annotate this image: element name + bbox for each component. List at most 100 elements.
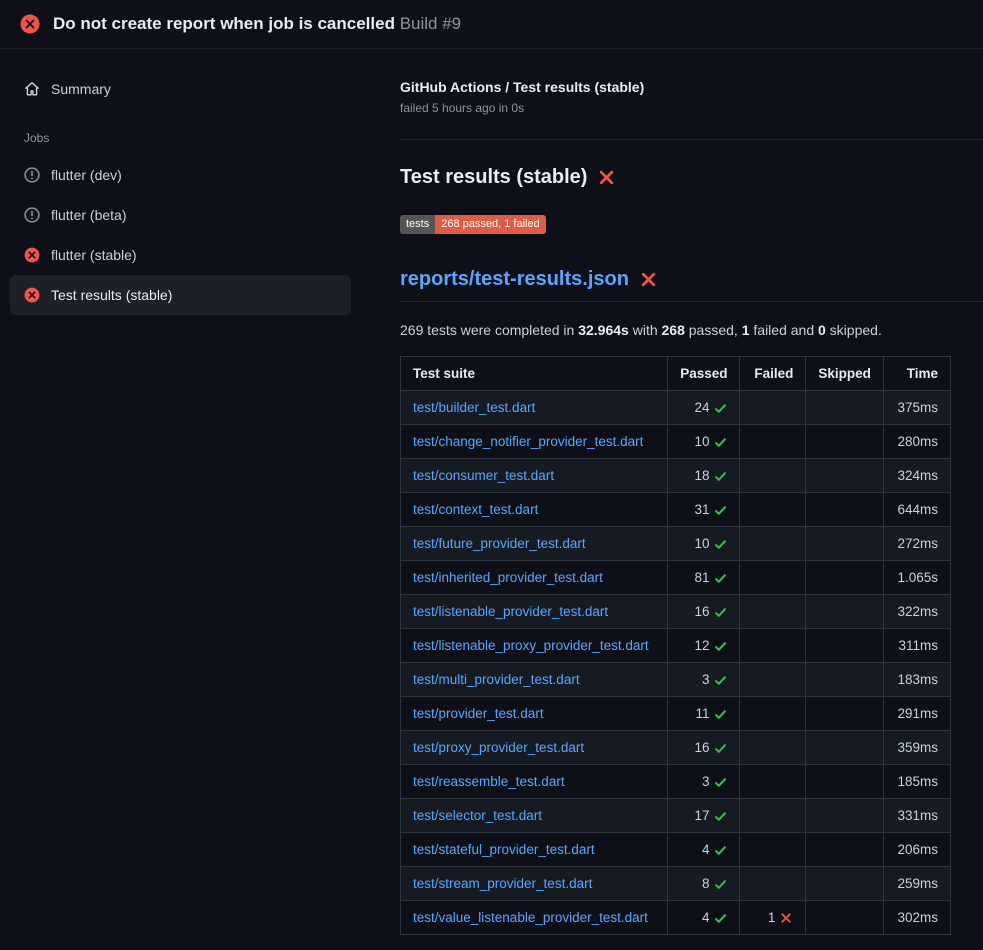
passed-cell: 4 bbox=[668, 901, 740, 935]
time-cell: 259ms bbox=[883, 867, 950, 901]
table-row: test/future_provider_test.dart10272ms bbox=[401, 527, 951, 561]
table-row: test/stream_provider_test.dart 8 259ms bbox=[401, 867, 951, 901]
skipped-cell bbox=[806, 867, 884, 901]
skipped-cell bbox=[806, 629, 884, 663]
skipped-cell bbox=[806, 459, 884, 493]
table-row: test/context_test.dart31644ms bbox=[401, 493, 951, 527]
passed-cell-value: 17 bbox=[694, 806, 709, 825]
skipped-cell bbox=[806, 561, 884, 595]
test-suite-link[interactable]: test/listenable_proxy_provider_test.dart bbox=[413, 638, 649, 653]
passed-cell-value: 81 bbox=[694, 568, 709, 587]
suite-cell: test/provider_test.dart bbox=[401, 697, 668, 731]
suite-cell: test/consumer_test.dart bbox=[401, 459, 668, 493]
failed-cell bbox=[740, 663, 806, 697]
passed-cell-value: 4 bbox=[702, 840, 710, 859]
time-cell: 322ms bbox=[883, 595, 950, 629]
passed-cell: 24 bbox=[668, 391, 740, 425]
suite-cell: test/proxy_provider_test.dart bbox=[401, 731, 668, 765]
test-suite-link[interactable]: test/reassemble_test.dart bbox=[413, 774, 565, 789]
check-icon bbox=[714, 912, 727, 925]
test-suite-link[interactable]: test/builder_test.dart bbox=[413, 400, 535, 415]
sidebar-item-summary[interactable]: Summary bbox=[10, 69, 351, 109]
x-icon bbox=[780, 912, 793, 925]
run-header: Do not create report when job is cancell… bbox=[0, 0, 983, 49]
test-suite-link[interactable]: test/context_test.dart bbox=[413, 502, 538, 517]
time-cell: 375ms bbox=[883, 391, 950, 425]
suite-cell: test/listenable_provider_test.dart bbox=[401, 595, 668, 629]
check-icon bbox=[714, 640, 727, 653]
test-suite-link[interactable]: test/provider_test.dart bbox=[413, 706, 544, 721]
failed-cell bbox=[740, 595, 806, 629]
skipped-cell bbox=[806, 799, 884, 833]
failed-cell bbox=[740, 493, 806, 527]
sidebar-item-job-flutter-stable[interactable]: flutter (stable) bbox=[10, 235, 351, 275]
skipped-cell bbox=[806, 425, 884, 459]
report-heading: reports/test-results.json bbox=[400, 268, 983, 302]
table-row: test/value_listenable_provider_test.dart… bbox=[401, 901, 951, 935]
check-icon bbox=[714, 572, 727, 585]
test-suite-link[interactable]: test/future_provider_test.dart bbox=[413, 536, 586, 551]
summary-part: failed and bbox=[750, 322, 819, 338]
time-cell: 280ms bbox=[883, 425, 950, 459]
skipped-cell bbox=[806, 595, 884, 629]
breadcrumb: GitHub Actions / Test results (stable) bbox=[400, 79, 951, 95]
test-suite-link[interactable]: test/value_listenable_provider_test.dart bbox=[413, 910, 648, 925]
passed-cell: 8 bbox=[668, 867, 740, 901]
time-cell: 183ms bbox=[883, 663, 950, 697]
failed-cell bbox=[740, 561, 806, 595]
column-header-failed: Failed bbox=[740, 357, 806, 391]
passed-cell: 31 bbox=[668, 493, 740, 527]
time-cell: 1.065s bbox=[883, 561, 950, 595]
time-cell: 291ms bbox=[883, 697, 950, 731]
test-suite-link[interactable]: test/listenable_provider_test.dart bbox=[413, 604, 608, 619]
sidebar-item-label: flutter (beta) bbox=[51, 207, 126, 223]
sidebar-item-job-flutter-dev[interactable]: flutter (dev) bbox=[10, 155, 351, 195]
time-cell: 359ms bbox=[883, 731, 950, 765]
home-icon bbox=[24, 81, 40, 97]
table-row: test/selector_test.dart17331ms bbox=[401, 799, 951, 833]
report-link[interactable]: reports/test-results.json bbox=[400, 268, 629, 291]
table-row: test/provider_test.dart11291ms bbox=[401, 697, 951, 731]
check-icon bbox=[714, 674, 727, 687]
test-suite-link[interactable]: test/change_notifier_provider_test.dart bbox=[413, 434, 643, 449]
test-suite-link[interactable]: test/selector_test.dart bbox=[413, 808, 542, 823]
suite-cell: test/stream_provider_test.dart bbox=[401, 867, 668, 901]
sidebar-item-job-flutter-beta[interactable]: flutter (beta) bbox=[10, 195, 351, 235]
passed-cell-value: 3 bbox=[702, 772, 710, 791]
passed-cell-value: 18 bbox=[694, 466, 709, 485]
alert-circle-icon bbox=[24, 167, 40, 183]
jobs-section-label: Jobs bbox=[10, 131, 351, 145]
summary-passed-count: 268 bbox=[662, 322, 685, 338]
check-icon bbox=[714, 470, 727, 483]
failed-cell: 1 bbox=[740, 901, 806, 935]
suite-cell: test/future_provider_test.dart bbox=[401, 527, 668, 561]
test-suite-link[interactable]: test/consumer_test.dart bbox=[413, 468, 554, 483]
report-failed-icon bbox=[640, 271, 657, 288]
table-row: test/stateful_provider_test.dart 4 206ms bbox=[401, 833, 951, 867]
suite-cell: test/multi_provider_test.dart bbox=[401, 663, 668, 697]
failed-cell bbox=[740, 867, 806, 901]
test-suite-link[interactable]: test/stream_provider_test.dart bbox=[413, 876, 592, 891]
time-cell: 185ms bbox=[883, 765, 950, 799]
failed-cell bbox=[740, 799, 806, 833]
sidebar-item-job-test-results-stable[interactable]: Test results (stable) bbox=[10, 275, 351, 315]
column-header-test-suite: Test suite bbox=[401, 357, 668, 391]
suite-cell: test/stateful_provider_test.dart bbox=[401, 833, 668, 867]
section-title-text: Test results (stable) bbox=[400, 166, 587, 189]
content-divider bbox=[400, 139, 983, 140]
check-icon bbox=[714, 436, 727, 449]
time-cell: 206ms bbox=[883, 833, 950, 867]
test-suite-link[interactable]: test/inherited_provider_test.dart bbox=[413, 570, 603, 585]
badge-value: 268 passed, 1 failed bbox=[435, 215, 545, 234]
check-icon bbox=[714, 844, 727, 857]
test-suite-link[interactable]: test/stateful_provider_test.dart bbox=[413, 842, 595, 857]
skipped-cell bbox=[806, 527, 884, 561]
sidebar-item-label: Test results (stable) bbox=[51, 287, 172, 303]
check-icon bbox=[714, 708, 727, 721]
skipped-cell bbox=[806, 833, 884, 867]
test-suite-link[interactable]: test/proxy_provider_test.dart bbox=[413, 740, 584, 755]
passed-cell: 12 bbox=[668, 629, 740, 663]
test-suite-link[interactable]: test/multi_provider_test.dart bbox=[413, 672, 580, 687]
table-row: test/listenable_proxy_provider_test.dart… bbox=[401, 629, 951, 663]
table-row: test/multi_provider_test.dart3183ms bbox=[401, 663, 951, 697]
